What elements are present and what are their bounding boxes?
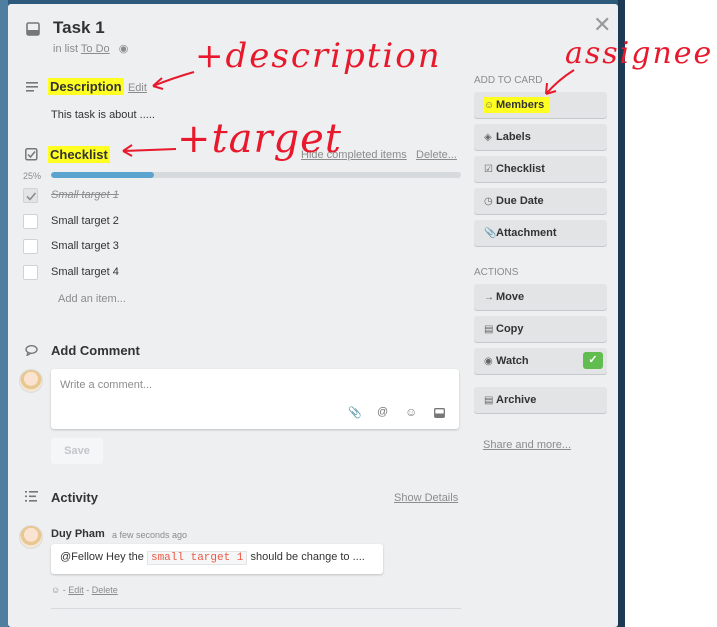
comment-icon (25, 345, 38, 356)
checkbox[interactable] (23, 239, 38, 254)
checkbox[interactable] (23, 188, 38, 203)
person-icon: ☺ (484, 100, 495, 111)
progress-fill (51, 172, 154, 178)
copy-icon: ▤ (484, 324, 494, 335)
comment-author[interactable]: Duy Pham (51, 528, 105, 540)
in-list-prefix: in list (53, 43, 79, 55)
comment-code: small target 1 (146, 551, 248, 565)
annotation-arrow-description (152, 71, 195, 90)
comment-placeholder: Write a comment... (60, 379, 153, 391)
comment-card: @Fellow Hey the small target 1 should be… (51, 544, 383, 574)
show-details-link[interactable]: Show Details (394, 492, 458, 504)
comment-text-after: should be change to .... (247, 551, 365, 563)
due-date-label: Due Date (496, 195, 544, 207)
checkbox[interactable] (23, 265, 38, 280)
avatar[interactable] (19, 369, 43, 393)
move-button[interactable]: → Move (474, 284, 607, 310)
add-item-link[interactable]: Add an item... (58, 293, 126, 305)
annotation-arrow-target (122, 144, 177, 157)
watch-check-icon: ✓ (583, 352, 603, 369)
checkbox[interactable] (23, 214, 38, 229)
checkbox-icon: ☑ (484, 164, 493, 175)
reaction-icon[interactable]: ☺ (51, 585, 60, 595)
labels-label: Labels (496, 131, 531, 143)
watch-button[interactable]: ◉ Watch ✓ (474, 348, 607, 374)
annotation-assignee: assignee (565, 36, 714, 71)
checklist-heading[interactable]: Checklist (48, 146, 110, 163)
description-edit-link[interactable]: Edit (128, 82, 147, 94)
add-to-card-label: ADD TO CARD (474, 75, 543, 86)
save-button[interactable]: Save (51, 438, 103, 464)
list-name-link[interactable]: To Do (81, 43, 110, 55)
activity-heading: Activity (51, 490, 98, 505)
comment-input[interactable]: Write a comment... 📎 @ ☺ (51, 369, 459, 429)
archive-icon: ▤ (484, 395, 494, 406)
archive-button[interactable]: ▤ Archive (474, 387, 607, 413)
comment-text-before: Hey the (102, 551, 147, 563)
check-icon (26, 192, 37, 201)
clock-icon: ◷ (484, 196, 493, 207)
checklist-item-label[interactable]: Small target 2 (51, 215, 119, 227)
card-title[interactable]: Task 1 (53, 18, 105, 38)
paperclip-icon: 📎 (484, 228, 497, 239)
in-list-info: in list To Do ◉ (53, 42, 128, 55)
copy-label: Copy (496, 323, 524, 335)
checklist-item-label[interactable]: Small target 4 (51, 266, 119, 278)
attachment-label: Attachment (496, 227, 557, 239)
divider (51, 608, 461, 609)
description-text[interactable]: This task is about ..... (51, 109, 155, 121)
eye-icon: ◉ (118, 43, 129, 55)
activity-icon (25, 491, 38, 502)
annotation-target: +target (177, 116, 342, 162)
checklist-button[interactable]: ☑ Checklist (474, 156, 607, 182)
checklist-header: Checklist (48, 146, 110, 164)
close-icon[interactable]: ✕ (593, 14, 611, 36)
mention-icon[interactable]: @ (377, 406, 388, 418)
annotation-description: +description (195, 36, 442, 76)
attachment-button[interactable]: 📎Attachment (474, 220, 607, 246)
add-comment-heading: Add Comment (51, 343, 140, 358)
annotation-arrow-assignee (545, 69, 575, 95)
progress-bar (51, 172, 461, 178)
comment-edit-link[interactable]: Edit (68, 585, 84, 595)
checklist-icon (25, 148, 38, 161)
checklist-item-label[interactable]: Small target 3 (51, 240, 119, 252)
checklist-item-label[interactable]: Small target 1 (51, 189, 119, 201)
description-header: Description Edit (48, 78, 147, 96)
board-right-edge (618, 0, 625, 627)
arrow-right-icon: → (484, 292, 494, 303)
eye-icon: ◉ (484, 356, 493, 367)
checklist-button-label: Checklist (496, 163, 545, 175)
archive-label: Archive (496, 394, 537, 406)
tag-icon: ◈ (484, 132, 492, 143)
members-label: Members (496, 99, 545, 111)
board-left-edge (0, 0, 8, 627)
watch-label: Watch (496, 355, 529, 367)
share-and-more-link[interactable]: Share and more... (483, 439, 571, 451)
copy-button[interactable]: ▤ Copy (474, 316, 607, 342)
delete-checklist-link[interactable]: Delete... (416, 149, 457, 161)
card-detail-modal: Task 1 in list To Do ◉ ✕ Description Edi… (8, 4, 618, 627)
description-icon (26, 82, 38, 92)
actions-label: ACTIONS (474, 267, 519, 278)
comment-time[interactable]: a few seconds ago (112, 530, 187, 540)
comment-mention[interactable]: @Fellow (60, 551, 103, 563)
progress-percent: 25% (23, 171, 42, 181)
card-icon (26, 22, 40, 36)
description-heading: Description (48, 78, 124, 95)
emoji-icon[interactable]: ☺ (405, 405, 417, 419)
attachment-icon[interactable]: 📎 (348, 406, 362, 419)
comment-actions: ☺ - Edit - Delete (51, 585, 118, 595)
labels-button[interactable]: ◈ Labels (474, 124, 607, 150)
comment-delete-link[interactable]: Delete (92, 585, 118, 595)
card-link-icon[interactable] (434, 408, 445, 418)
avatar[interactable] (19, 525, 43, 549)
move-label: Move (496, 291, 525, 303)
due-date-button[interactable]: ◷ Due Date (474, 188, 607, 214)
